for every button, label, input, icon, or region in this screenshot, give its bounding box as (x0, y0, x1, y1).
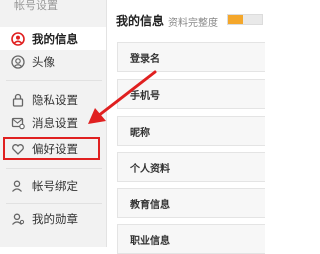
field-label: 职业信息 (130, 235, 170, 247)
field-label: 登录名 (130, 53, 160, 65)
field-row-nickname[interactable]: 昵称 (117, 116, 265, 146)
medal-icon (11, 212, 25, 226)
field-label: 手机号 (130, 90, 160, 102)
completeness-progress-fill (228, 15, 244, 24)
sidebar-item-label: 我的勋章 (32, 211, 78, 226)
page-title: 我的信息 (116, 14, 165, 28)
completeness-label: 资料完整度 (168, 18, 218, 29)
field-label: 教育信息 (130, 199, 170, 211)
avatar-icon (11, 54, 25, 69)
sidebar-item-account-binding[interactable]: 帐号绑定 (0, 174, 106, 197)
sidebar-item-my-info[interactable]: 我的信息 (0, 27, 106, 50)
completeness-progress-bar (227, 14, 263, 25)
sidebar-divider (6, 80, 102, 81)
sidebar-item-label: 帐号绑定 (32, 178, 78, 193)
field-row-education[interactable]: 教育信息 (117, 188, 265, 218)
main-panel: 我的信息 资料完整度 登录名 手机号 昵称 个人资料 教育信息 职业信息 (108, 0, 265, 254)
sidebar-divider (6, 203, 102, 204)
sidebar: 帐号设置 我的信息 头像 隐私设置 消息设置 偏好设置 帐号绑定 我的勋章 (0, 0, 107, 247)
sidebar-divider (6, 168, 102, 169)
field-label: 昵称 (130, 127, 150, 139)
field-row-profile[interactable]: 个人资料 (117, 152, 265, 182)
sidebar-item-privacy[interactable]: 隐私设置 (0, 88, 106, 111)
sidebar-item-label: 隐私设置 (32, 92, 78, 107)
info-header: 我的信息 资料完整度 (108, 0, 265, 40)
highlight-box (3, 137, 100, 160)
sidebar-item-my-medals[interactable]: 我的勋章 (0, 207, 106, 230)
sidebar-item-avatar[interactable]: 头像 (0, 50, 106, 73)
field-label: 个人资料 (130, 163, 170, 175)
message-settings-icon (11, 116, 25, 130)
user-circle-icon (11, 31, 25, 46)
sidebar-item-label: 我的信息 (32, 31, 78, 46)
sidebar-item-message-settings[interactable]: 消息设置 (0, 111, 106, 134)
field-row-login-name[interactable]: 登录名 (117, 42, 265, 72)
account-link-icon (11, 179, 25, 193)
field-row-career[interactable]: 职业信息 (117, 224, 265, 254)
sidebar-section-title: 帐号设置 (14, 0, 58, 12)
lock-icon (11, 93, 25, 107)
sidebar-item-label: 头像 (32, 54, 55, 69)
field-row-phone[interactable]: 手机号 (117, 79, 265, 109)
sidebar-item-label: 消息设置 (32, 115, 78, 130)
